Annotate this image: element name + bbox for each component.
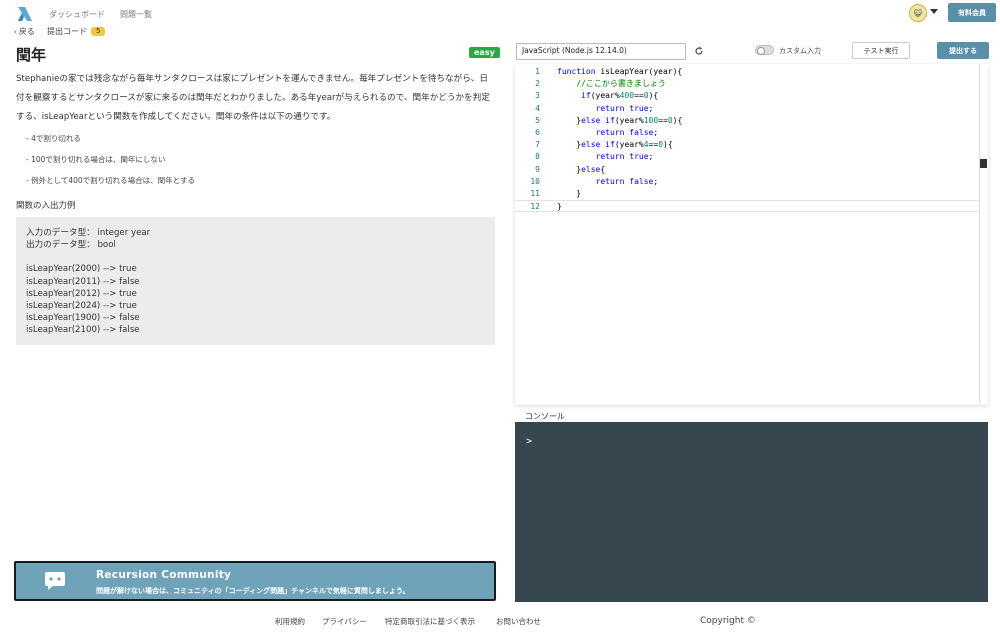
io-heading: 関数の入出力例: [16, 201, 76, 211]
example-line: isLeapYear(1900) --> false: [26, 313, 140, 324]
code-editor[interactable]: 1 function isLeapYear(year){ 2 //ここから書きまし…: [515, 64, 988, 405]
list-item: - 100で割り切れる場合は、閏年にしない: [26, 155, 166, 164]
difficulty-badge: easy: [469, 47, 500, 58]
custom-input-toggle[interactable]: [755, 45, 774, 55]
chevron-down-icon[interactable]: [930, 9, 938, 14]
code-line: 5 }else if(year%100==0){: [535, 115, 683, 125]
copyright-text: Copyright ©: [700, 616, 756, 626]
io-example-box: 入力のデータ型： integer year 出力のデータ型： bool isLe…: [16, 217, 495, 345]
code-line: 2 //ここから書きましょう: [535, 79, 666, 89]
problem-title: 閏年: [16, 46, 47, 64]
example-line: isLeapYear(2100) --> false: [26, 325, 140, 336]
community-subtitle: 問題が解けない場合は、コミュニティの「コーディング問題」チャンネルで気軽に質問し…: [96, 587, 410, 595]
condition-list: - 4で割り切れる - 100で割り切れる場合は、閏年にしない - 例外として4…: [26, 128, 195, 191]
avatar-face-icon: 😺: [913, 8, 923, 18]
console-output[interactable]: [515, 422, 988, 602]
code-line: 6 return false;: [535, 128, 659, 137]
output-type: 出力のデータ型： bool: [26, 240, 116, 251]
problem-description: Stephanieの家では残念ながら毎年サンタクロースは家にプレゼントを運んでき…: [16, 74, 490, 122]
community-banner[interactable]: Recursion Community 問題が解けない場合は、コミュニティの「コ…: [14, 561, 496, 601]
code-line: 10 return false;: [530, 176, 659, 186]
submitted-code-link[interactable]: 提出コード 5: [47, 26, 106, 37]
code-line: 7 }else if(year%4==0){: [535, 140, 673, 150]
footer-legal-link[interactable]: 特定商取引法に基づく表示: [385, 616, 475, 627]
chat-bubble-icon: [45, 572, 65, 590]
editor-scroll-thumb[interactable]: [980, 159, 987, 168]
paid-member-button[interactable]: 有料会員: [948, 3, 996, 22]
example-line: isLeapYear(2011) --> false: [26, 276, 140, 287]
submission-count-badge: 5: [91, 27, 106, 36]
top-header: ダッシュボード 問題一覧 😺 有料会員: [0, 0, 1000, 26]
footer-privacy-link[interactable]: プライバシー: [322, 616, 367, 627]
input-type: 入力のデータ型： integer year: [26, 228, 151, 238]
submit-button[interactable]: 提出する: [937, 42, 989, 59]
code-line: 11 }: [530, 189, 582, 198]
example-line: isLeapYear(2024) --> true: [26, 301, 137, 312]
submitted-code-label: 提出コード: [47, 27, 87, 36]
footer-contact-link[interactable]: お問い合わせ: [496, 616, 541, 627]
test-run-button[interactable]: テスト実行: [852, 42, 910, 59]
example-line: isLeapYear(2012) --> true: [26, 288, 137, 299]
footer-terms-link[interactable]: 利用規約: [275, 616, 305, 627]
list-item: - 例外として400で割り切れる場合は、閏年とする: [26, 176, 195, 185]
code-line: 1 function isLeapYear(year){: [535, 67, 683, 76]
language-select[interactable]: JavaScript (Node.js 12.14.0): [516, 43, 686, 60]
code-line-current: 12}: [515, 200, 980, 213]
example-line: isLeapYear(2000) --> true: [26, 264, 137, 275]
code-line: 4 return true;: [535, 103, 654, 113]
code-line: 8 return true;: [535, 152, 654, 162]
custom-input-label: カスタム入力: [779, 47, 821, 55]
list-item: - 4で割り切れる: [26, 134, 81, 143]
recursion-logo-icon[interactable]: [16, 5, 34, 23]
nav-problem-list[interactable]: 問題一覧: [120, 9, 152, 20]
editor-scrollbar[interactable]: [979, 64, 987, 404]
nav-dashboard[interactable]: ダッシュボード: [49, 9, 105, 20]
community-title: Recursion Community: [96, 569, 232, 581]
chevron-left-icon: ‹: [14, 27, 17, 36]
refresh-icon[interactable]: [694, 46, 704, 56]
code-line: 9 }else{: [535, 164, 606, 174]
back-link[interactable]: ‹ 戻る: [14, 26, 35, 37]
avatar[interactable]: 😺: [909, 4, 927, 22]
back-label: 戻る: [18, 27, 35, 36]
console-label: コンソール: [525, 412, 565, 421]
console-prompt: >: [526, 436, 533, 447]
code-line: 3 if(year%400==0){: [535, 91, 659, 101]
